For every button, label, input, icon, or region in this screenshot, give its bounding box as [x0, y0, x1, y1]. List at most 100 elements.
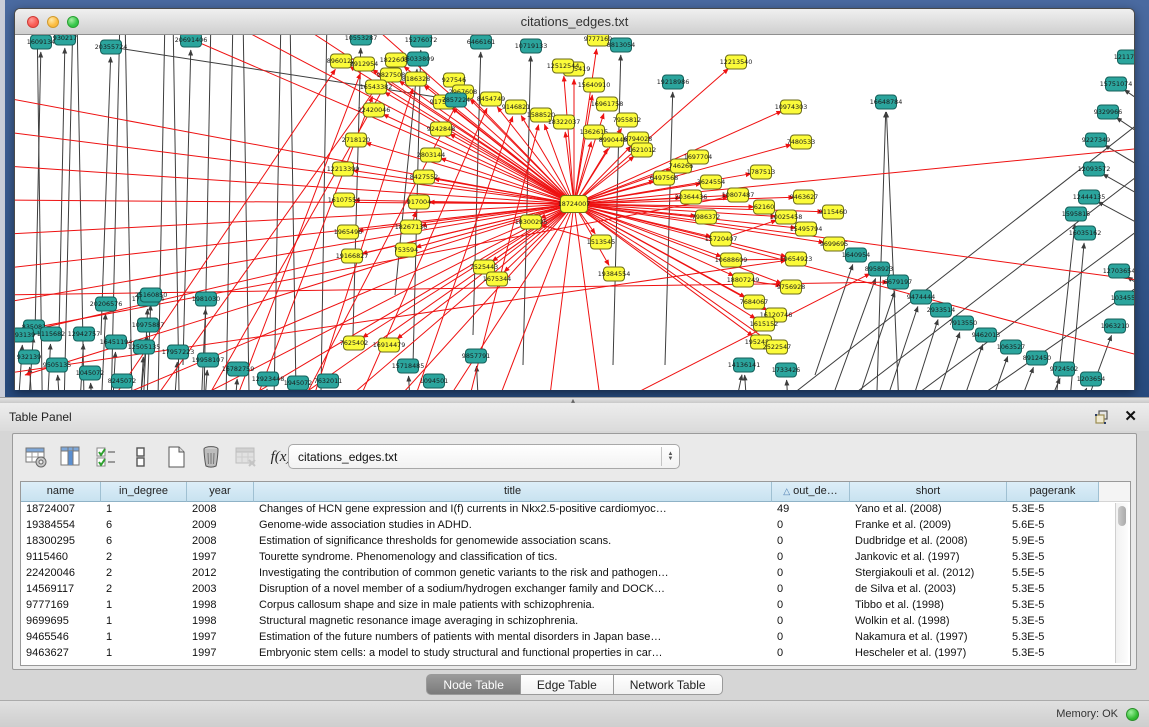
graph-node[interactable]: 62160: [754, 200, 775, 214]
column-header-in_degree[interactable]: in_degree: [101, 482, 187, 502]
show-columns-icon[interactable]: [56, 442, 86, 472]
graph-node[interactable]: 9699695: [820, 237, 848, 251]
table-row[interactable]: 969969511998Structural magnetic resonanc…: [21, 614, 1130, 630]
graph-node[interactable]: 6466161: [467, 35, 495, 49]
graph-node[interactable]: 2522547: [763, 340, 791, 354]
tab-node-table[interactable]: Node Table: [426, 674, 521, 695]
graph-node[interactable]: 7632011: [314, 374, 342, 388]
table-vertical-scrollbar[interactable]: [1115, 503, 1128, 663]
graph-node[interactable]: 1981030: [192, 292, 220, 306]
graph-node[interactable]: 8813054: [607, 38, 635, 52]
graph-node[interactable]: 1640954: [842, 248, 870, 262]
graph-node[interactable]: 16543382: [360, 80, 393, 94]
graph-node[interactable]: 16961758: [591, 97, 624, 111]
graph-node[interactable]: 15720407: [705, 232, 738, 246]
graph-node[interactable]: 1063527: [997, 340, 1025, 354]
graph-node[interactable]: 12444135: [1073, 190, 1106, 204]
graph-node[interactable]: 1945072: [284, 376, 312, 390]
graph-node[interactable]: 12213540: [720, 55, 753, 69]
graph-node[interactable]: 16107554: [328, 193, 361, 207]
graph-node[interactable]: 12213399: [327, 162, 360, 176]
graph-node[interactable]: 1733426: [772, 363, 800, 377]
graph-node[interactable]: 18807249: [727, 273, 760, 287]
graph-node[interactable]: 1045072: [76, 366, 104, 380]
graph-node[interactable]: 8186328: [402, 72, 430, 86]
graph-node[interactable]: 1965496: [334, 225, 362, 239]
close-panel-icon[interactable]: ✕: [1124, 409, 1137, 425]
graph-node[interactable]: 6679197: [884, 275, 912, 289]
table-row[interactable]: 1938455462009Genome-wide association stu…: [21, 518, 1130, 534]
graph-node[interactable]: 8958923: [865, 262, 893, 276]
graph-node[interactable]: 7625402: [340, 336, 368, 350]
graph-node[interactable]: 9463627: [790, 190, 818, 204]
column-header-short[interactable]: short: [850, 482, 1007, 502]
table-row[interactable]: 977716911998Corpus callosum shape and si…: [21, 598, 1130, 614]
graph-node[interactable]: 3624554: [697, 175, 725, 189]
graph-node[interactable]: 2718120: [342, 133, 370, 147]
graph-node[interactable]: 19218986: [657, 75, 690, 89]
graph-node[interactable]: 16914479: [373, 338, 406, 352]
column-header-name[interactable]: name: [21, 482, 101, 502]
graph-node[interactable]: 9505135: [43, 358, 71, 372]
graph-node[interactable]: 1115682: [37, 327, 65, 341]
graph-node[interactable]: 1513545: [587, 235, 615, 249]
graph-node[interactable]: 1211747: [1114, 50, 1134, 64]
table-row[interactable]: 946362711997Embryonic stem cells: a mode…: [21, 646, 1130, 662]
graph-node[interactable]: 2933514: [927, 303, 955, 317]
graph-node[interactable]: 19166827: [336, 249, 369, 263]
table-row[interactable]: 911546021997Tourette syndrome. Phenomeno…: [21, 550, 1130, 566]
graph-node[interactable]: 1697704: [684, 150, 712, 164]
graph-node[interactable]: 2803144: [417, 148, 445, 162]
table-row[interactable]: 2242004622012Investigating the contribut…: [21, 566, 1130, 582]
graph-node[interactable]: 8245072: [108, 374, 136, 388]
table-row[interactable]: 1456911722003Disruption of a novel membe…: [21, 582, 1130, 598]
network-window-titlebar[interactable]: citations_edges.txt: [15, 9, 1134, 35]
graph-node[interactable]: 20355724: [95, 40, 128, 54]
graph-node[interactable]: 12923448: [252, 372, 285, 386]
graph-node[interactable]: 7857224: [442, 93, 470, 107]
network-canvas[interactable]: 1872400789601228912954182260589827508818…: [15, 35, 1134, 390]
graph-node[interactable]: 1621012: [628, 143, 656, 157]
graph-node[interactable]: 19384554: [598, 267, 631, 281]
graph-node[interactable]: 18322037: [548, 115, 581, 129]
graph-node[interactable]: 1615152: [750, 317, 778, 331]
graph-node[interactable]: 9724502: [1050, 362, 1078, 376]
scrollbar-thumb[interactable]: [1118, 506, 1126, 526]
table-row[interactable]: 1830029562008Estimation of significance …: [21, 534, 1130, 550]
graph-node[interactable]: 1034553: [1111, 291, 1134, 305]
graph-node[interactable]: 1203654: [1077, 372, 1105, 386]
column-header-out_de[interactable]: △out_de…: [772, 482, 850, 502]
graph-node[interactable]: 8427552: [410, 170, 438, 184]
graph-node[interactable]: 20206576: [90, 297, 123, 311]
graph-node[interactable]: 7955812: [613, 113, 641, 127]
hub-node[interactable]: 18724007: [558, 196, 591, 213]
column-header-title[interactable]: title: [254, 482, 772, 502]
graph-node[interactable]: 9242848: [427, 122, 455, 136]
graph-node[interactable]: 16648784: [870, 95, 903, 109]
table-settings-icon[interactable]: [21, 442, 51, 472]
graph-node[interactable]: 1609134: [27, 35, 55, 49]
network-table-selector[interactable]: citations_edges.txt ▲▼: [288, 444, 680, 469]
graph-node[interactable]: 9227349: [1082, 133, 1110, 147]
graph-node[interactable]: 917004: [407, 195, 431, 209]
graph-node[interactable]: 17957223: [162, 345, 195, 359]
graph-node[interactable]: 10807487: [722, 188, 755, 202]
graph-node[interactable]: 12942757: [68, 327, 101, 341]
graph-node[interactable]: 9115460: [819, 205, 847, 219]
graph-node[interactable]: 8912954: [350, 57, 378, 71]
graph-node[interactable]: 9462013: [972, 328, 1000, 342]
graph-node[interactable]: 10553287: [345, 35, 378, 45]
graph-node[interactable]: 9756928: [777, 280, 805, 294]
graph-node[interactable]: 8912450: [1023, 351, 1051, 365]
graph-node[interactable]: 753594: [394, 243, 418, 257]
graph-node[interactable]: 7913550: [949, 316, 977, 330]
graph-node[interactable]: 18267130: [395, 220, 428, 234]
graph-node[interactable]: 15751074: [1100, 77, 1133, 91]
column-header-pagerank[interactable]: pagerank: [1007, 482, 1099, 502]
graph-node[interactable]: 1963210: [1101, 319, 1129, 333]
table-row[interactable]: 946554611997Estimation of the future num…: [21, 630, 1130, 646]
graph-node[interactable]: 15718485: [392, 359, 425, 373]
graph-node[interactable]: 932139: [17, 350, 41, 364]
graph-node[interactable]: 19958107: [192, 353, 225, 367]
column-pair-icon[interactable]: [126, 442, 156, 472]
